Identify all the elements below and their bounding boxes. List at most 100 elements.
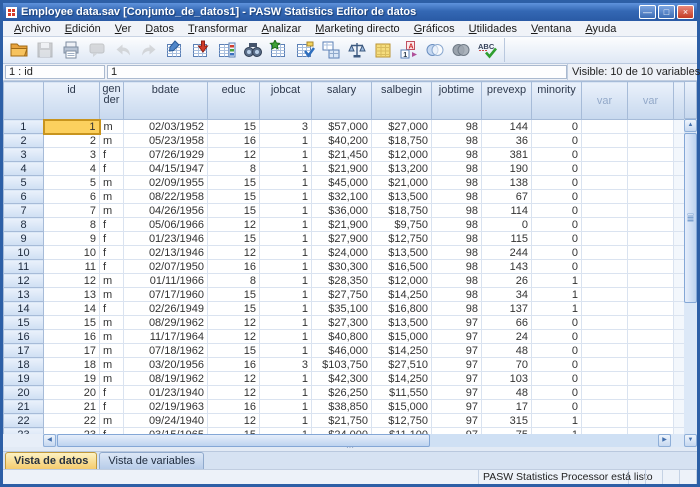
cell[interactable]: 15	[208, 120, 260, 134]
cell[interactable]: 5	[44, 176, 100, 190]
row-header[interactable]: 20	[4, 386, 44, 400]
cell[interactable]: $21,900	[312, 218, 372, 232]
cell[interactable]: m	[100, 274, 124, 288]
cell[interactable]: 14	[44, 302, 100, 316]
menu-gráficos[interactable]: Gráficos	[407, 22, 462, 36]
cell[interactable]: 0	[532, 176, 582, 190]
cell[interactable]: 04/15/1947	[124, 162, 208, 176]
cell[interactable]: 16	[208, 358, 260, 372]
empty-cell[interactable]	[628, 162, 674, 176]
column-header-id[interactable]: id	[44, 82, 100, 120]
empty-cell[interactable]	[628, 134, 674, 148]
cell[interactable]: 1	[260, 190, 312, 204]
cell[interactable]: f	[100, 400, 124, 414]
cell[interactable]: 03/20/1956	[124, 358, 208, 372]
cell[interactable]: 8	[208, 274, 260, 288]
row-header[interactable]: 8	[4, 218, 44, 232]
cell[interactable]: f	[100, 162, 124, 176]
cell[interactable]: 12	[208, 372, 260, 386]
cell[interactable]: 12	[208, 148, 260, 162]
cell[interactable]: 0	[532, 218, 582, 232]
cell[interactable]: 34	[482, 288, 532, 302]
cell[interactable]: $18,750	[372, 134, 432, 148]
cell[interactable]: $13,200	[372, 162, 432, 176]
cell[interactable]: m	[100, 330, 124, 344]
cell[interactable]: 36	[482, 134, 532, 148]
cell[interactable]: 24	[482, 330, 532, 344]
cell[interactable]: 97	[432, 372, 482, 386]
empty-cell[interactable]	[628, 148, 674, 162]
column-header-minority[interactable]: minority	[532, 82, 582, 120]
cell[interactable]: f	[100, 246, 124, 260]
empty-cell[interactable]	[582, 274, 628, 288]
column-header-var[interactable]: var	[582, 82, 628, 120]
empty-cell[interactable]	[628, 414, 674, 428]
empty-cell[interactable]	[582, 414, 628, 428]
row-header[interactable]: 18	[4, 358, 44, 372]
maximize-button[interactable]: □	[658, 5, 675, 19]
empty-cell[interactable]	[628, 302, 674, 316]
cell[interactable]: $42,300	[312, 372, 372, 386]
cell[interactable]: 02/26/1949	[124, 302, 208, 316]
cell[interactable]: $16,500	[372, 260, 432, 274]
row-header[interactable]: 9	[4, 232, 44, 246]
cell[interactable]: 97	[432, 358, 482, 372]
cell[interactable]: 15	[208, 190, 260, 204]
cell[interactable]: 16	[208, 260, 260, 274]
cell[interactable]: 97	[432, 414, 482, 428]
cell[interactable]: 0	[532, 358, 582, 372]
cell[interactable]: $40,200	[312, 134, 372, 148]
cell[interactable]: $14,250	[372, 372, 432, 386]
cell[interactable]: 98	[432, 288, 482, 302]
cell[interactable]: 0	[482, 218, 532, 232]
insert-variable-icon[interactable]	[292, 38, 318, 62]
split-file-icon[interactable]	[318, 38, 344, 62]
menu-datos[interactable]: Datos	[138, 22, 181, 36]
cell[interactable]: 98	[432, 120, 482, 134]
empty-cell[interactable]	[628, 120, 674, 134]
cell[interactable]: 12	[208, 330, 260, 344]
cell[interactable]: 1	[260, 344, 312, 358]
column-header-prevexp[interactable]: prevexp	[482, 82, 532, 120]
empty-cell[interactable]	[628, 246, 674, 260]
cell[interactable]: m	[100, 288, 124, 302]
cell[interactable]: 1	[260, 386, 312, 400]
scroll-right-button[interactable]: ▶	[658, 434, 671, 447]
cell[interactable]: 67	[482, 190, 532, 204]
row-header[interactable]: 15	[4, 316, 44, 330]
empty-cell[interactable]	[628, 232, 674, 246]
cell[interactable]: 02/19/1963	[124, 400, 208, 414]
column-header-bdate[interactable]: bdate	[124, 82, 208, 120]
cell[interactable]: $32,100	[312, 190, 372, 204]
vertical-scroll-track[interactable]	[684, 304, 697, 434]
goto-case-icon[interactable]	[162, 38, 188, 62]
cell[interactable]: 114	[482, 204, 532, 218]
cell[interactable]: 9	[44, 232, 100, 246]
cell[interactable]: 09/24/1940	[124, 414, 208, 428]
cell[interactable]: 97	[432, 330, 482, 344]
row-header[interactable]: 3	[4, 148, 44, 162]
cell[interactable]: 244	[482, 246, 532, 260]
cell[interactable]: 01/11/1966	[124, 274, 208, 288]
cell[interactable]: 1	[260, 260, 312, 274]
cell[interactable]: $14,250	[372, 344, 432, 358]
cell[interactable]: 97	[432, 386, 482, 400]
cell[interactable]: $9,750	[372, 218, 432, 232]
empty-cell[interactable]	[582, 204, 628, 218]
cell[interactable]: $46,000	[312, 344, 372, 358]
menu-ver[interactable]: Ver	[108, 22, 139, 36]
empty-cell[interactable]	[582, 386, 628, 400]
cell[interactable]: f	[100, 302, 124, 316]
cell[interactable]: 70	[482, 358, 532, 372]
cell[interactable]: 4	[44, 162, 100, 176]
cell[interactable]: 07/18/1962	[124, 344, 208, 358]
row-header[interactable]: 13	[4, 288, 44, 302]
cell[interactable]: 0	[532, 190, 582, 204]
empty-cell[interactable]	[628, 344, 674, 358]
menu-utilidades[interactable]: Utilidades	[462, 22, 524, 36]
cell[interactable]: 08/29/1962	[124, 316, 208, 330]
cell[interactable]: 1	[260, 148, 312, 162]
empty-cell[interactable]	[582, 134, 628, 148]
empty-cell[interactable]	[628, 176, 674, 190]
cell[interactable]: 15	[208, 204, 260, 218]
